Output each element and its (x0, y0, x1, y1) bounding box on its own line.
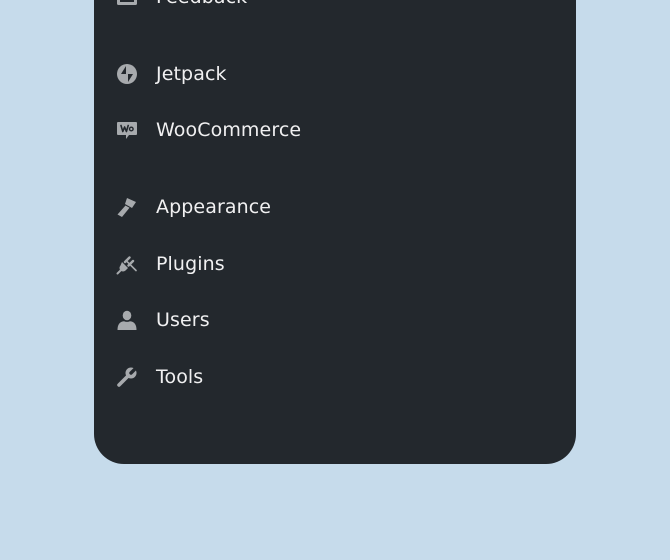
menu-item-label: WooCommerce (156, 119, 302, 141)
menu-item-jetpack[interactable]: Jetpack (114, 54, 534, 94)
menu-item-label: Plugins (156, 253, 225, 275)
menu-item-label: Users (156, 309, 210, 331)
menu-item-woocommerce[interactable]: WooCommerce (114, 110, 534, 150)
feedback-icon (114, 0, 140, 10)
menu-item-label: Feedback (156, 0, 247, 8)
menu-item-label: Jetpack (156, 63, 227, 85)
users-icon (114, 307, 140, 333)
plugins-icon (114, 251, 140, 277)
menu-item-tools[interactable]: Tools (114, 357, 534, 397)
menu-item-label: Appearance (156, 196, 272, 218)
admin-sidebar-menu: Feedback Jetpack WooCommerce (94, 0, 576, 464)
woocommerce-icon (114, 117, 140, 143)
menu-item-users[interactable]: Users (114, 300, 534, 340)
tools-icon (114, 364, 140, 390)
jetpack-icon (114, 61, 140, 87)
appearance-icon (114, 194, 140, 220)
menu-item-appearance[interactable]: Appearance (114, 187, 534, 227)
menu-item-plugins[interactable]: Plugins (114, 244, 534, 284)
menu-item-feedback[interactable]: Feedback (114, 0, 534, 17)
menu-item-label: Tools (156, 366, 204, 388)
